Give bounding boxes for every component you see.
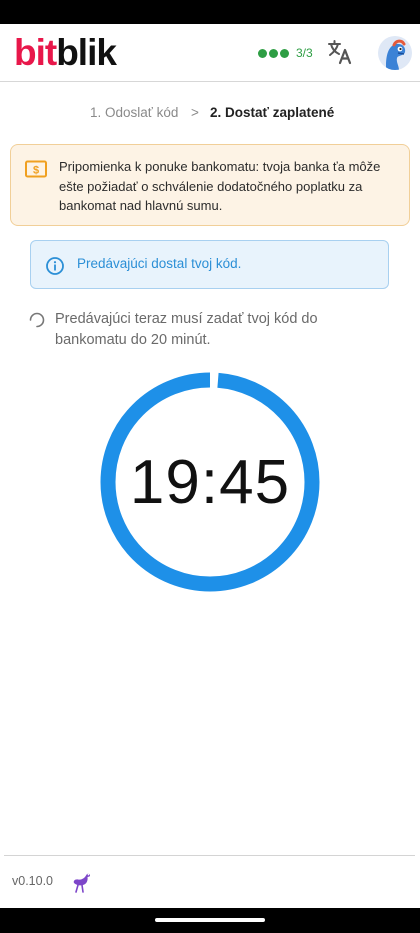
emu-icon[interactable] [70,871,92,893]
navigation-bar [0,908,420,933]
app-version: v0.10.0 [12,874,54,888]
progress-dot [269,48,278,58]
step-get-paid: 2. Dostať zaplatené [210,105,335,120]
stepper: 1. Odoslať kód > 2. Dostať zaplatené [0,104,420,124]
loading-spinner-icon [28,311,46,329]
countdown-timer: 19:45 [100,372,320,592]
translate-icon[interactable] [326,38,354,66]
progress-dot [280,48,289,58]
avatar[interactable] [378,36,412,70]
footer: v0.10.0 [4,855,415,908]
home-gesture-pill[interactable] [155,918,265,922]
progress-indicator: 3/3 [258,44,313,62]
progress-count: 3/3 [296,46,313,60]
logo-blik: blik [56,32,117,73]
progress-dot [258,48,267,58]
countdown-time: 19:45 [129,447,291,517]
info-text: Predávajúci dostal tvoj kód. [77,256,242,271]
warning-text: Pripomienka k ponuke bankomatu: tvoja ba… [59,159,381,213]
step-send-code: 1. Odoslať kód [90,105,179,120]
logo-bit: bit [14,32,57,73]
svg-text:$: $ [33,165,39,177]
status-bar [0,0,420,24]
bitblik-logo[interactable]: bitblik [14,32,117,73]
code-received-info: Predávajúci dostal tvoj kód. [30,240,389,289]
info-icon [45,256,65,276]
atm-fee-warning: $ Pripomienka k ponuke bankomatu: tvoja … [10,144,410,226]
step-separator: > [191,105,199,120]
waiting-text: Predávajúci teraz musí zadať tvoj kód do… [55,311,318,348]
dollar-bill-icon: $ [25,160,47,178]
app-header: bitblik 3/3 [0,24,420,82]
